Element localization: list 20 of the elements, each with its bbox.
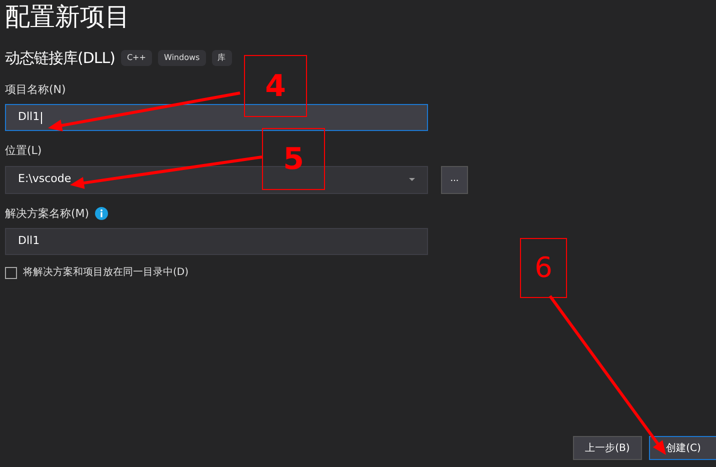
info-icon [95, 207, 108, 220]
checkbox-label: 将解决方案和项目放在同一目录中(D) [23, 266, 189, 280]
tag: 库 [212, 50, 232, 66]
annotation-box: 5 [262, 128, 325, 190]
annotation-box: 6 [520, 238, 567, 298]
tag: C++ [120, 50, 152, 66]
checkbox[interactable] [5, 266, 17, 278]
input-field[interactable]: Dll1 [5, 228, 428, 255]
field-label: 项目名称(N) [5, 82, 66, 98]
tag: Windows [158, 50, 206, 66]
input-field[interactable]: Dll1 [5, 104, 428, 131]
browse-button[interactable]: ... [441, 166, 468, 194]
dialog-button[interactable]: 创建(C) [649, 436, 716, 460]
template-name: 动态链接库(DLL) [5, 48, 115, 69]
field-label: 位置(L) [5, 143, 42, 159]
dialog-button[interactable]: 上一步(B) [573, 436, 642, 460]
field-label: 解决方案名称(M) [5, 206, 90, 222]
page-title: 配置新项目 [5, 1, 131, 33]
caret-icon [409, 178, 415, 181]
annotation-box: 4 [244, 55, 307, 117]
